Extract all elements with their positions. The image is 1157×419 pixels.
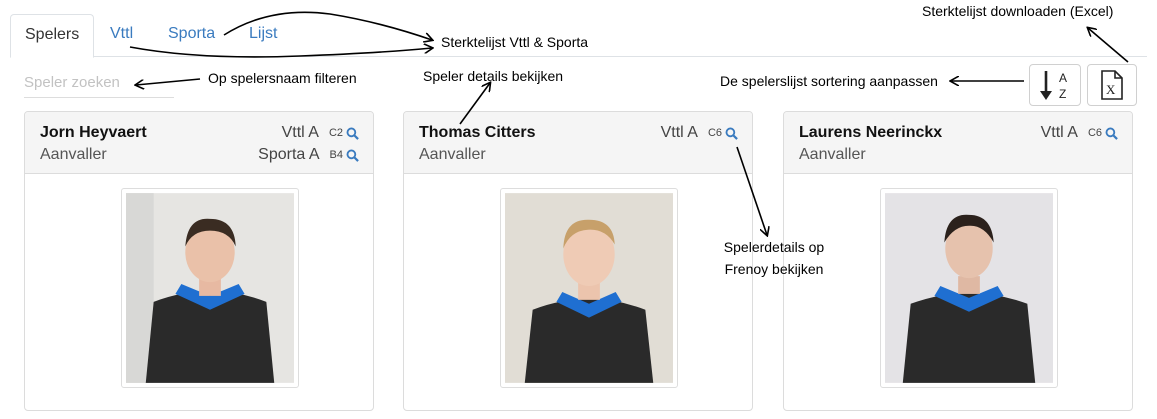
sort-letter-a: A (1059, 71, 1067, 85)
search-icon[interactable] (346, 127, 359, 140)
excel-letter: X (1106, 82, 1116, 97)
sort-button[interactable]: A Z (1029, 64, 1081, 106)
player-name[interactable]: Jorn Heyvaert (40, 124, 147, 142)
ranking-badge: C6 (707, 127, 722, 139)
player-card-header: Thomas Citters Aanvaller Vttl A C6 (404, 112, 752, 174)
player-role: Aanvaller (40, 146, 107, 163)
annotation-frenoy: Spelerdetails op Frenoy bekijken (712, 236, 836, 280)
team-row: Vttl A C6 (1041, 124, 1118, 142)
team-name: Vttl A (1040, 124, 1078, 141)
annotation-sterktelijst: Sterktelijst Vttl & Sporta (441, 34, 589, 50)
excel-download-button[interactable]: X (1087, 64, 1137, 106)
player-name[interactable]: Laurens Neerinckx (799, 124, 942, 142)
ranking-badge: C2 (328, 127, 343, 139)
annotation-filter: Op spelersnaam filteren (208, 70, 357, 86)
team-name: Vttl A (660, 124, 698, 141)
team-name: Vttl A (281, 124, 319, 141)
annotation-frenoy-line2: Frenoy bekijken (724, 261, 824, 277)
player-search-input[interactable] (24, 68, 174, 98)
annotation-download: Sterktelijst downloaden (Excel) (922, 3, 1114, 19)
annotation-details: Speler details bekijken (423, 68, 564, 84)
team-row: Sporta A B4 (258, 146, 359, 164)
player-photo-image (885, 193, 1053, 383)
annotation-sort: De spelerslijst sortering aanpassen (720, 73, 938, 89)
tab-vttl[interactable]: Vttl (96, 14, 147, 57)
player-photo-image (505, 193, 673, 383)
annotation-frenoy-line1: Spelerdetails op (723, 239, 825, 255)
tab-sporta[interactable]: Sporta (154, 14, 229, 57)
tab-spelers[interactable]: Spelers (10, 14, 95, 58)
search-icon[interactable] (725, 127, 738, 140)
player-photo[interactable] (121, 188, 299, 388)
player-photo[interactable] (500, 188, 678, 388)
player-card: Thomas Citters Aanvaller Vttl A C6 (403, 111, 753, 411)
player-photo-image (126, 193, 294, 383)
search-icon[interactable] (346, 149, 359, 162)
search-icon[interactable] (1105, 127, 1118, 140)
ranking-badge: B4 (329, 149, 343, 161)
ranking-badge: C6 (1087, 127, 1102, 139)
sort-alpha-icon: A Z (1040, 71, 1067, 101)
team-name: Sporta A (258, 146, 320, 163)
player-role: Aanvaller (419, 146, 486, 163)
player-role: Aanvaller (799, 146, 866, 163)
player-photo[interactable] (880, 188, 1058, 388)
team-row: Vttl A C6 (661, 124, 738, 142)
player-name[interactable]: Thomas Citters (419, 124, 535, 142)
player-card-header: Jorn Heyvaert Aanvaller Vttl A C2 Sporta… (25, 112, 373, 174)
player-card-header: Laurens Neerinckx Aanvaller Vttl A C6 (784, 112, 1132, 174)
team-row: Vttl A C2 (282, 124, 359, 142)
sort-letter-z: Z (1059, 87, 1066, 101)
player-card: Jorn Heyvaert Aanvaller Vttl A C2 Sporta… (24, 111, 374, 411)
tab-lijst[interactable]: Lijst (235, 14, 291, 57)
excel-file-icon: X (1101, 70, 1123, 100)
